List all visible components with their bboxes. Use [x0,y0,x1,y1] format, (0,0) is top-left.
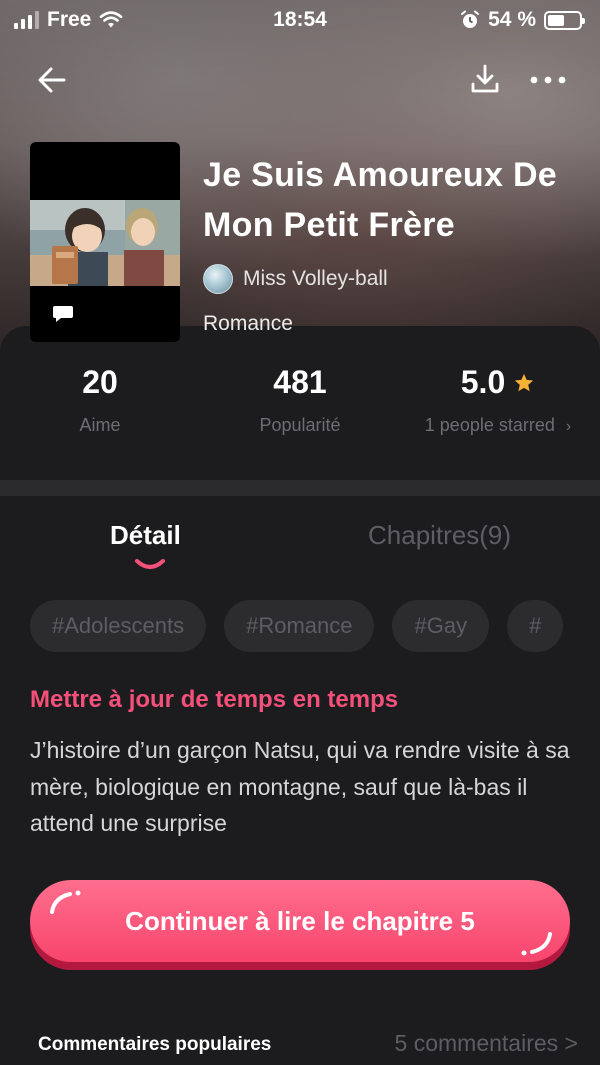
chat-bubble-icon [53,306,73,322]
tag-chip[interactable]: #Adolescents [30,600,207,652]
popularity-label: Popularité [259,415,341,435]
book-cover[interactable] [30,142,180,342]
tab-bar: Détail Chapitres(9) [0,514,600,574]
more-button[interactable] [526,62,570,96]
genre-label: Romance [203,312,293,335]
status-right: 54 % [460,8,585,32]
battery-icon [544,10,585,30]
rating-value: 5.0 [460,364,506,400]
alarm-icon [461,10,480,28]
more-horizontal-icon [530,76,566,84]
status-bar: Free 18:54 54 % [0,0,600,40]
popularity-value: 481 [273,364,327,400]
rating-label-row[interactable]: 1 people starred › [408,415,588,436]
cta-gloss [50,890,81,914]
stat-popularity: 481 Popularité [230,364,370,436]
detail-panel: 20 Aime 481 Popularité 5.0 1 people star… [0,326,600,1065]
tag-chip[interactable]: #Romance [224,600,375,652]
cta-gloss [521,932,552,956]
author-row[interactable]: Miss Volley-ball [203,264,388,294]
likes-label: Aime [79,415,121,435]
tab-chapters[interactable]: Chapitres(9) [368,520,511,551]
rating-value-row: 5.0 [408,364,588,401]
book-title: Je Suis Amoureux De Mon Petit Frère [203,156,558,244]
likes-value: 20 [82,364,118,400]
arrow-left-icon [38,67,66,93]
tag-list: #Adolescents #Romance #Gay # [30,600,570,652]
chevron-right-icon: › [565,418,572,435]
battery-fill [548,14,565,26]
author-name[interactable]: Miss Volley-ball [243,267,388,291]
nav-bar [0,60,600,100]
comments-count-link[interactable]: 5 commentaires > [395,1030,578,1057]
stat-rating[interactable]: 5.0 1 people starred › [408,364,588,436]
tab-active-indicator [135,559,165,569]
synopsis: J’histoire d’un garçon Natsu, qui va ren… [30,737,570,836]
cta-label: Continuer à lire le chapitre 5 [30,880,570,962]
tag-chip[interactable]: # [507,600,564,652]
star-icon [515,373,534,391]
stat-likes: 20 Aime [50,364,150,436]
author-avatar[interactable] [203,264,233,294]
stats-row: 20 Aime 481 Popularité 5.0 1 people star… [0,326,600,476]
back-button[interactable] [34,62,70,98]
tag-chip[interactable]: #Gay [392,600,490,652]
download-button[interactable] [468,62,502,96]
continue-reading-button[interactable]: Continuer à lire le chapitre 5 [30,880,570,970]
download-icon [471,64,499,93]
update-frequency: Mettre à jour de temps en temps [30,686,399,713]
comments-title: Commentaires populaires [38,1034,272,1055]
cover-illustration [30,200,180,286]
battery-percent: 54 % [488,8,536,31]
section-divider [0,480,600,496]
tab-detail[interactable]: Détail [110,520,181,551]
rating-label: 1 people starred [424,415,555,435]
